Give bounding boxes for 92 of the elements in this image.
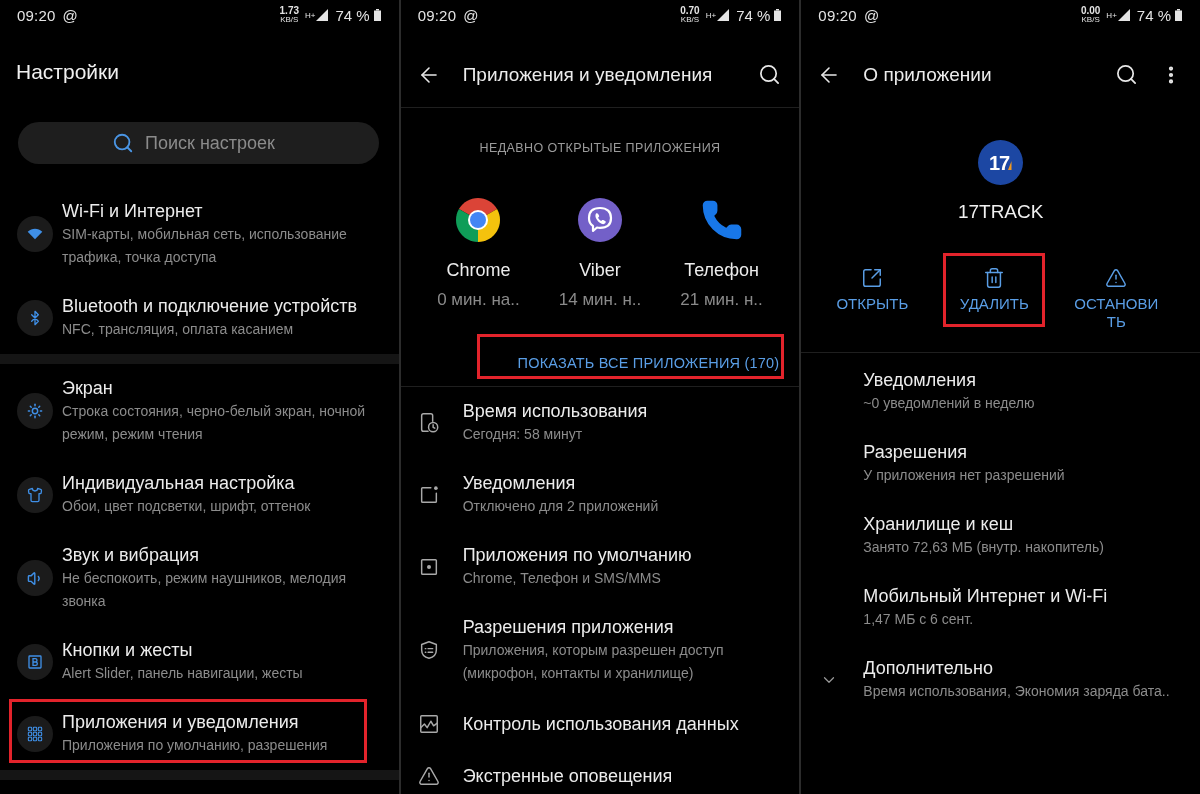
battery-level: 74 %: [335, 6, 370, 24]
item-title[interactable]: Wi-Fi и Интернет: [62, 199, 385, 223]
status-time: 09:20: [417, 6, 457, 24]
item-subtitle: Сегодня: 58 минут: [462, 425, 584, 444]
speaker-icon: [17, 560, 53, 596]
item-title[interactable]: Разрешения: [863, 440, 1186, 464]
item-subtitle: У приложения нет разрешений: [863, 466, 1066, 485]
battery-icon: [1175, 9, 1182, 21]
network-speed: 0.70: [680, 6, 700, 16]
wifi-icon: [17, 216, 53, 252]
item-subtitle: Приложения, которым разрешен доступ (микрофон, контакты и хранилище): [462, 641, 725, 683]
item-title[interactable]: Хранилище и кеш: [863, 512, 1186, 536]
search-icon[interactable]: [1115, 63, 1138, 86]
item-title[interactable]: Экстренные оповещения: [462, 764, 786, 788]
item-title[interactable]: Дополнительно: [863, 656, 1186, 680]
trash-icon: [983, 267, 1006, 289]
item-subtitle: Время использования, Экономия заряда бата..: [863, 682, 1171, 701]
open-button[interactable]: ОТКРЫТЬ: [836, 253, 909, 313]
signal-icon: [316, 9, 329, 21]
grid-icon: [17, 715, 53, 752]
app-name[interactable]: Chrome: [446, 258, 511, 282]
item-subtitle: NFC, трансляция, оплата касанием: [62, 320, 295, 339]
item-subtitle: Обои, цвет подсветки, шрифт, оттенок: [62, 497, 312, 516]
app-usage: 21 мин. н..: [680, 289, 763, 311]
search-icon[interactable]: [758, 63, 782, 86]
screen-title: Настройки: [16, 59, 120, 85]
network-speed: 1.73: [279, 6, 299, 16]
item-title[interactable]: Разрешения приложения: [462, 615, 786, 639]
item-title[interactable]: Уведомления: [462, 471, 786, 495]
item-title[interactable]: Мобильный Интернет и Wi-Fi: [863, 584, 1186, 608]
viber-icon[interactable]: [578, 198, 622, 242]
item-title[interactable]: Приложения по умолчанию: [462, 543, 786, 567]
shirt-icon: [17, 476, 53, 513]
battery-level: 74 %: [1136, 6, 1171, 24]
item-subtitle: ~0 уведомлений в неделю: [863, 394, 1036, 413]
search-icon: [112, 132, 134, 154]
chart-square-icon: [417, 713, 440, 735]
warning-icon: [1105, 267, 1128, 289]
item-title[interactable]: Bluetooth и подключение устройств: [62, 294, 385, 318]
item-title[interactable]: Контроль использования данных: [462, 712, 786, 736]
item-subtitle: 1,47 МБ с 6 сент.: [863, 610, 975, 629]
battery-level: 74 %: [736, 6, 771, 24]
screen-title: О приложении: [863, 62, 993, 87]
section-heading: НЕДАВНО ОТКРЫТЫЕ ПРИЛОЖЕНИЯ: [478, 140, 722, 156]
item-subtitle: Отключено для 2 приложений: [462, 497, 660, 516]
item-title[interactable]: Звук и вибрация: [62, 543, 385, 567]
app-name[interactable]: Viber: [579, 258, 621, 282]
bluetooth-icon: [17, 299, 53, 336]
item-title[interactable]: Кнопки и жесты: [62, 638, 385, 662]
speed-unit: KB/S: [280, 16, 299, 24]
status-time: 09:20: [818, 6, 857, 24]
signal-icon: [1117, 9, 1130, 21]
item-title[interactable]: Уведомления: [863, 368, 1186, 392]
screen-title: Приложения и уведомления: [462, 62, 714, 87]
battery-icon: [373, 9, 381, 21]
network-type: H+: [705, 12, 717, 20]
notification-glyph: @: [463, 6, 479, 24]
status-time: 09:20: [17, 6, 56, 24]
item-title[interactable]: Индивидуальная настройка: [62, 471, 385, 495]
delete-button[interactable]: УДАЛИТЬ: [959, 253, 1029, 313]
signal-icon: [717, 9, 730, 21]
app-name[interactable]: Телефон: [684, 258, 759, 282]
item-subtitle: Занято 72,63 МБ (внутр. накопитель): [863, 538, 1105, 557]
item-subtitle: Alert Slider, панель навигации, жесты: [62, 664, 304, 683]
notification-glyph: @: [62, 6, 78, 24]
item-subtitle: Не беспокоить, режим наушников, мелодия звонка: [62, 569, 348, 611]
show-all-link[interactable]: ПОКАЗАТЬ ВСЕ ПРИЛОЖЕНИЯ (170): [517, 353, 780, 373]
network-speed: 0.00: [1080, 6, 1101, 16]
item-subtitle: Приложения по умолчанию, разрешения: [62, 736, 329, 755]
app-usage: 14 мин. н..: [558, 289, 642, 311]
app-logo: 17: [978, 140, 1024, 185]
letter-b-icon: [17, 643, 53, 680]
item-subtitle: SIM-карты, мобильная сеть, использование трафика, точка доступа: [62, 225, 348, 267]
item-title[interactable]: Приложения и уведомления: [62, 710, 385, 734]
warning-icon: [417, 765, 440, 787]
app-usage: 0 мин. на..: [437, 289, 520, 311]
battery-icon: [774, 9, 782, 21]
item-subtitle: Chrome, Телефон и SMS/MMS: [462, 569, 662, 588]
sun-icon: [17, 393, 53, 429]
external-link-icon: [861, 267, 884, 289]
chrome-icon[interactable]: [456, 198, 501, 242]
stop-button[interactable]: ОСТАНОВИТЬ: [1071, 253, 1162, 331]
app-name: 17TRACK: [956, 200, 1045, 224]
network-type: H+: [305, 12, 316, 20]
item-title[interactable]: Время использования: [462, 399, 786, 423]
speed-unit: KB/S: [680, 16, 700, 24]
speed-unit: KB/S: [1081, 16, 1100, 24]
network-type: H+: [1106, 12, 1117, 20]
item-title[interactable]: Экран: [62, 376, 385, 400]
notification-glyph: @: [863, 6, 880, 24]
search-field[interactable]: Поиск настроек: [18, 122, 379, 164]
item-subtitle: Строка состояния, черно-белый экран, ночной режим, режим чтения: [62, 402, 367, 444]
